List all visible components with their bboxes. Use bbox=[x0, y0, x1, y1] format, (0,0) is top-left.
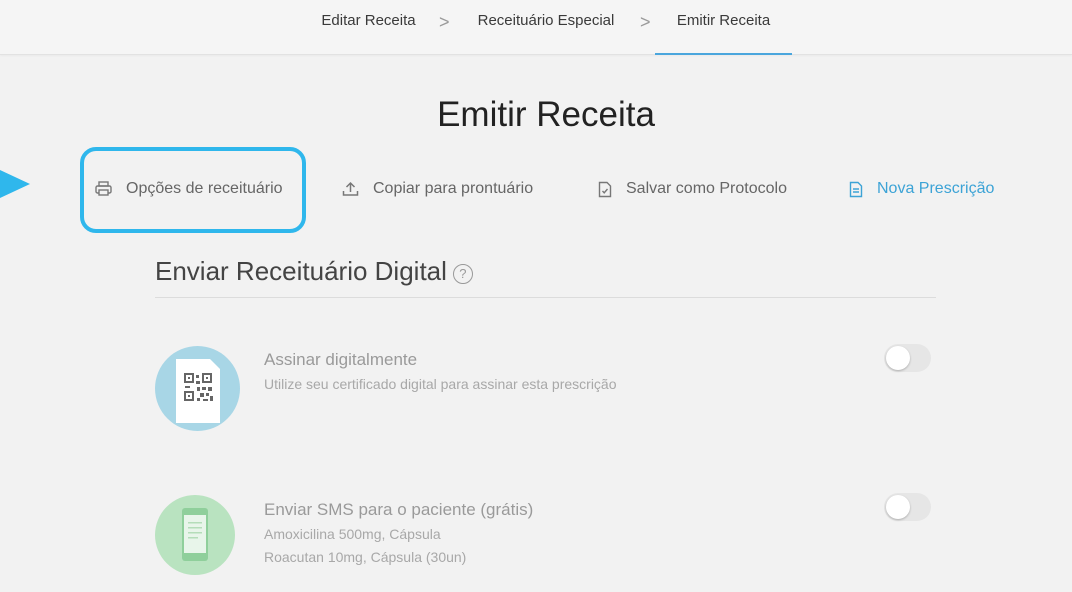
new-prescription-button[interactable]: Nova Prescrição bbox=[849, 176, 994, 202]
sms-medication-line: Roacutan 10mg, Cápsula (30un) bbox=[264, 549, 467, 565]
copy-to-record-button[interactable]: Copiar para prontuário bbox=[342, 176, 533, 202]
digital-prescription-title: Enviar Receituário Digital bbox=[155, 256, 447, 286]
sign-digitally-description: Utilize seu certificado digital para ass… bbox=[264, 376, 617, 392]
new-prescription-label: Nova Prescrição bbox=[877, 180, 995, 197]
toggle-knob bbox=[886, 495, 910, 519]
step-editar-receita[interactable]: Editar Receita bbox=[318, 0, 419, 55]
save-protocol-label: Salvar como Protocolo bbox=[626, 180, 787, 197]
help-icon[interactable]: ? bbox=[452, 263, 473, 284]
sign-digitally-title: Assinar digitalmente bbox=[264, 350, 418, 369]
step-receituario-especial[interactable]: Receituário Especial bbox=[473, 0, 619, 55]
chevron-right-icon: > bbox=[640, 12, 651, 32]
sms-title: Enviar SMS para o paciente (grátis) bbox=[264, 500, 534, 519]
pointer-arrow-icon bbox=[0, 170, 30, 198]
toggle-knob bbox=[886, 346, 910, 370]
section-divider bbox=[155, 297, 936, 298]
chevron-right-icon: > bbox=[439, 12, 450, 32]
stepper-breadcrumb: Editar Receita > Receituário Especial > … bbox=[0, 0, 1072, 55]
step-emitir-receita[interactable]: Emitir Receita bbox=[655, 0, 792, 55]
upload-icon bbox=[342, 181, 359, 196]
phone-icon bbox=[155, 495, 235, 575]
save-protocol-button[interactable]: Salvar como Protocolo bbox=[598, 176, 787, 202]
document-icon bbox=[849, 181, 863, 197]
page-title: Emitir Receita bbox=[437, 95, 655, 134]
sign-digitally-toggle[interactable] bbox=[884, 344, 931, 372]
sms-medication-line: Amoxicilina 500mg, Cápsula bbox=[264, 526, 441, 542]
digital-prescription-heading: Enviar Receituário Digital ? bbox=[155, 256, 473, 287]
printer-icon bbox=[95, 181, 112, 196]
sms-toggle[interactable] bbox=[884, 493, 931, 521]
qr-document-icon bbox=[155, 346, 240, 431]
document-check-icon bbox=[598, 181, 612, 197]
print-options-label: Opções de receituário bbox=[126, 180, 283, 197]
print-options-button[interactable]: Opções de receituário bbox=[95, 176, 283, 202]
copy-to-record-label: Copiar para prontuário bbox=[373, 180, 534, 197]
